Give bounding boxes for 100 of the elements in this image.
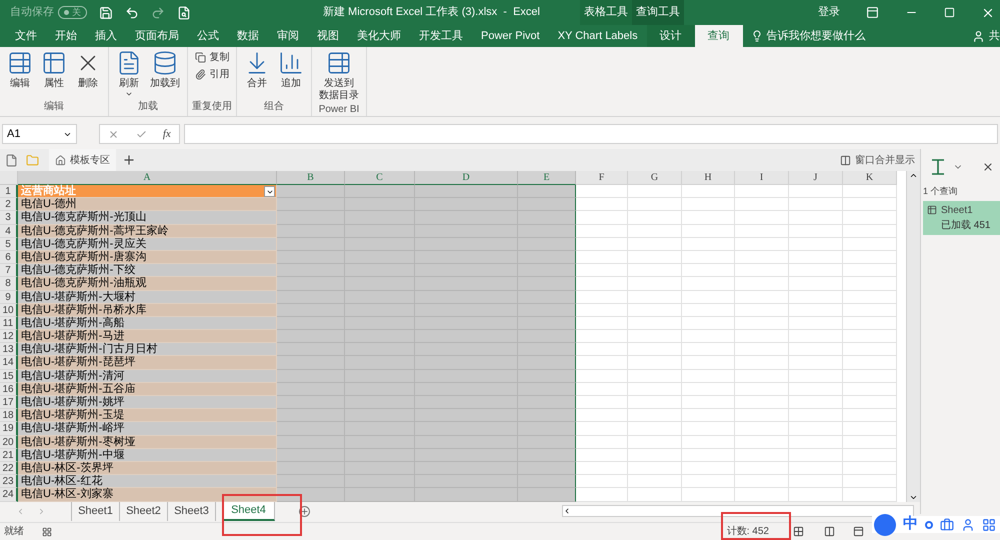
name-box[interactable]: A1	[2, 124, 77, 144]
share-button[interactable]: 共	[972, 25, 1000, 47]
row-number[interactable]: 20	[0, 436, 18, 449]
row-number[interactable]: 8	[0, 277, 18, 290]
column-header[interactable]: I	[735, 171, 789, 185]
row-number[interactable]: 6	[0, 250, 18, 264]
ribbon-button[interactable]: 属性	[38, 50, 70, 99]
column-header[interactable]: K	[843, 171, 897, 185]
sheet-tab[interactable]: Sheet1	[72, 502, 120, 520]
sheet-tab[interactable]: Sheet2	[120, 502, 168, 520]
horizontal-scrollbar[interactable]	[562, 505, 914, 517]
document-tab[interactable]: 模板专区	[49, 149, 116, 171]
sheet-tab[interactable]: Sheet4	[223, 502, 275, 520]
close-icon[interactable]	[982, 161, 994, 173]
scroll-up-icon[interactable]	[909, 171, 918, 180]
ribbon-button[interactable]: 编辑	[4, 50, 36, 99]
merge-display-button[interactable]: 窗口合并显示	[840, 152, 915, 168]
ribbon-tab[interactable]: 查询	[694, 25, 743, 47]
page-layout-icon[interactable]	[824, 526, 835, 537]
ime-logo-icon[interactable]	[874, 514, 896, 536]
cancel-icon[interactable]	[108, 128, 120, 140]
row-number[interactable]: 11	[0, 316, 18, 330]
column-header[interactable]: D	[415, 171, 518, 185]
print-preview-icon[interactable]	[177, 6, 191, 20]
toolbox-icon[interactable]	[940, 518, 954, 532]
row-number[interactable]: 13	[0, 343, 18, 356]
row-number[interactable]: 7	[0, 264, 18, 278]
sign-in-link[interactable]: 登录	[818, 4, 840, 21]
person-icon[interactable]	[961, 518, 975, 532]
ribbon-tab[interactable]: 开发工具	[410, 25, 472, 47]
ribbon-tab[interactable]: 插入	[86, 25, 126, 47]
sheet-tab[interactable]: Sheet3	[168, 502, 216, 520]
filter-dropdown[interactable]	[264, 186, 275, 197]
ribbon-tab[interactable]: 数据	[228, 25, 268, 47]
column-header[interactable]: H	[682, 171, 735, 185]
query-item[interactable]: Sheet1 已加载 451	[923, 200, 1000, 234]
ribbon-tab[interactable]: 文件	[6, 25, 46, 47]
scroll-left-icon[interactable]	[563, 507, 571, 515]
ribbon-small-button[interactable]: 复制	[192, 50, 232, 65]
column-header[interactable]: J	[789, 171, 843, 185]
ribbon-display-icon[interactable]	[866, 6, 879, 19]
row-number[interactable]: 9	[0, 290, 18, 304]
ribbon-tab[interactable]: 页面布局	[126, 25, 188, 47]
row-number[interactable]: 4	[0, 224, 18, 238]
ribbon-button[interactable]: 加载到	[147, 50, 183, 99]
ribbon-small-button[interactable]: 引用	[192, 67, 232, 82]
redo-icon[interactable]	[151, 6, 165, 20]
ribbon-button[interactable]: 刷新	[113, 50, 145, 99]
row-number[interactable]: 19	[0, 422, 18, 436]
row-number[interactable]: 15	[0, 370, 18, 383]
row-number[interactable]: 1	[0, 185, 18, 198]
row-number[interactable]: 10	[0, 304, 18, 317]
ribbon-tab[interactable]: 美化大师	[348, 25, 410, 47]
normal-view-icon[interactable]	[793, 526, 804, 537]
row-number[interactable]: 3	[0, 211, 18, 225]
undo-icon[interactable]	[125, 6, 139, 20]
macro-record-icon[interactable]	[42, 526, 52, 536]
column-header[interactable]: B	[277, 171, 345, 185]
ribbon-tab[interactable]: 设计	[646, 25, 695, 47]
column-header[interactable]: C	[345, 171, 415, 185]
table-cell	[518, 475, 576, 488]
ribbon-button[interactable]: 合并	[241, 50, 273, 99]
ribbon-button[interactable]: 发送到 数据目录	[316, 50, 362, 102]
row-number[interactable]: 21	[0, 448, 18, 462]
add-sheet-icon[interactable]	[299, 506, 310, 516]
column-header[interactable]: E	[518, 171, 576, 185]
ribbon-tab[interactable]: 审阅	[268, 25, 308, 47]
row-number[interactable]: 24	[0, 488, 18, 502]
row-number[interactable]: 12	[0, 330, 18, 344]
ribbon-button[interactable]: 删除	[72, 50, 104, 99]
new-document-icon[interactable]	[5, 154, 18, 166]
row-number[interactable]: 17	[0, 396, 18, 410]
restore-icon[interactable]	[944, 7, 955, 18]
enter-icon[interactable]	[136, 128, 147, 140]
column-header[interactable]: A	[18, 171, 277, 185]
vertical-scrollbar[interactable]	[906, 171, 920, 502]
ribbon-button[interactable]: 追加	[275, 50, 307, 99]
page-break-icon[interactable]	[853, 526, 864, 537]
row-number[interactable]: 22	[0, 462, 18, 476]
function-button[interactable]: fx	[162, 126, 171, 142]
table-cell	[277, 462, 345, 476]
tell-me-field[interactable]: 告诉我你想要做什么	[750, 25, 866, 47]
row-number[interactable]: 23	[0, 475, 18, 488]
new-tab-icon[interactable]	[122, 153, 136, 167]
grid-icon[interactable]	[982, 518, 996, 532]
ribbon-tab[interactable]: XY Chart Labels	[548, 25, 647, 47]
row-number[interactable]: 16	[0, 382, 18, 396]
row-number[interactable]: 14	[0, 356, 18, 370]
column-header[interactable]: F	[576, 171, 628, 185]
ribbon-tab[interactable]: 公式	[188, 25, 228, 47]
column-header[interactable]: G	[628, 171, 682, 185]
ime-mode[interactable]: 中	[903, 513, 918, 536]
ribbon-tab[interactable]: 开始	[46, 25, 86, 47]
formula-field[interactable]	[184, 124, 998, 144]
row-number[interactable]: 18	[0, 409, 18, 422]
row-number[interactable]: 5	[0, 238, 18, 251]
save-icon[interactable]	[99, 6, 113, 20]
row-number[interactable]: 2	[0, 198, 18, 212]
ribbon-tab[interactable]: 视图	[308, 25, 348, 47]
ribbon-tab[interactable]: Power Pivot	[472, 25, 549, 47]
